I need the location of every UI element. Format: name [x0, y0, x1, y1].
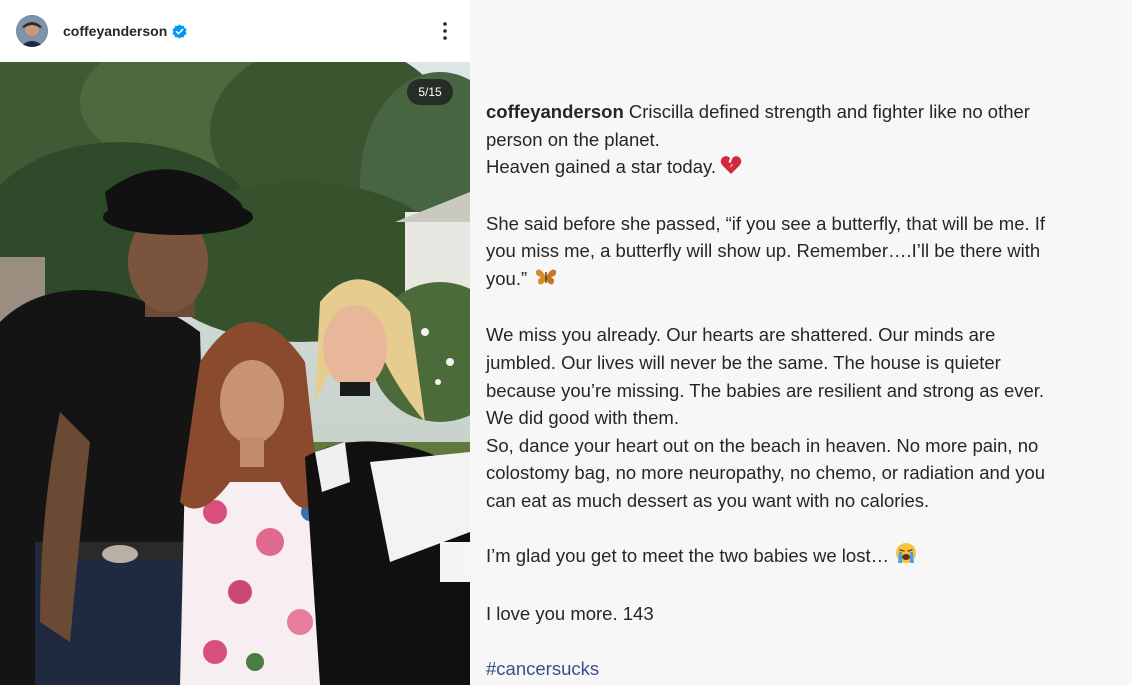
caption-line: Heaven gained a star today. [486, 153, 1116, 182]
post-header: coffeyanderson [0, 0, 470, 62]
verified-badge-icon [172, 24, 187, 39]
caption-line: you.” [486, 265, 1116, 294]
caption-line: She said before she passed, “if you see … [486, 212, 1046, 234]
caption-username[interactable]: coffeyanderson [486, 101, 624, 122]
post-username[interactable]: coffeyanderson [63, 23, 167, 39]
caption-line: because you’re missing. The babies are r… [486, 379, 1045, 401]
caption-line: you miss me, a butterfly will show up. R… [486, 240, 1041, 262]
broken-heart-emoji [720, 155, 742, 183]
caption-line: jumbled. Our lives will never be the sam… [486, 351, 1001, 373]
caption-text: you.” [486, 267, 528, 289]
more-options-icon[interactable] [435, 20, 455, 42]
caption-panel: coffeyanderson Criscilla defined strengt… [470, 0, 1132, 685]
post-photo[interactable]: 5/15 [0, 62, 470, 685]
post-caption: coffeyanderson Criscilla defined strengt… [486, 98, 1116, 682]
caption-line: can eat as much dessert as you want with… [486, 489, 930, 511]
caption-line: I love you more. 143 [486, 602, 654, 624]
butterfly-emoji [535, 266, 557, 294]
caption-line: I’m glad you get to meet the two babies … [486, 542, 1116, 572]
caption-line: person on the planet. [486, 128, 660, 150]
caption-text: I’m glad you get to meet the two babies … [486, 545, 890, 567]
caption-line: We miss you already. Our hearts are shat… [486, 324, 996, 346]
caption-text: Heaven gained a star today. [486, 156, 717, 178]
hashtag-link[interactable]: #cancersucks [486, 658, 599, 679]
crying-face-emoji [895, 542, 917, 572]
caption-line: We did good with them. [486, 407, 679, 429]
caption-line: #cancersucks [486, 655, 1116, 683]
slide-counter: 5/15 [407, 79, 453, 105]
post-media-column: coffeyanderson 5/15 [0, 0, 470, 685]
avatar[interactable] [16, 15, 48, 47]
caption-line: colostomy bag, no more neuropathy, no ch… [486, 462, 1046, 484]
caption-line: So, dance your heart out on the beach in… [486, 434, 1039, 456]
caption-line: coffeyanderson Criscilla defined strengt… [486, 98, 1116, 126]
caption-text: Criscilla defined strength and fighter l… [628, 101, 1030, 122]
